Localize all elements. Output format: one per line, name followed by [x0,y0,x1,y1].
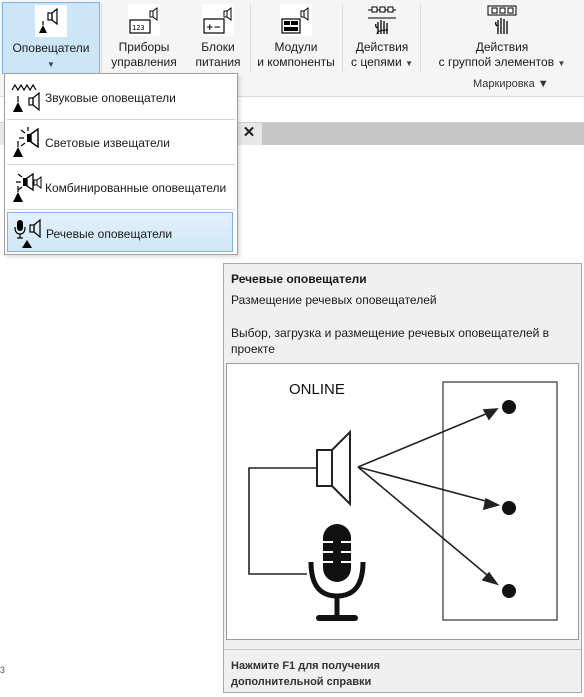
wire-line [248,467,317,575]
group-hand-icon [487,5,517,34]
marking-group-label: Маркировка [473,78,535,90]
svg-text:+−: +− [206,23,221,33]
svg-text:123: 123 [132,24,145,32]
separator [420,4,421,72]
stray-mark: 3 [0,665,6,675]
chevron-down-icon: ▼ [405,59,413,68]
alarms-button-label: Оповещатели [12,41,90,55]
power-supplies-label: Блоки питания [195,40,241,69]
control-devices-button[interactable]: 123 Приборы управления [104,2,184,72]
tooltip-separator [224,649,581,650]
menu-item-label: Комбинированные оповещатели [45,181,227,195]
tooltip-title: Речевые оповещатели [231,272,367,286]
power-supply-icon: +− [202,4,234,36]
combined-alarm-icon [13,172,42,202]
separator [250,4,251,72]
signal-arrows [357,408,501,586]
modules-label: Модули и компоненты [257,40,335,69]
menu-item-voice-alarms[interactable]: Речевые оповещатели [7,212,233,252]
endpoint-dot [502,584,516,598]
tab-strip-background [262,123,584,145]
circuit-actions-button[interactable]: Действия с цепями ▼ [346,2,418,72]
alarms-dropdown-menu: Звуковые оповещатели Световые извещатели… [4,73,238,255]
voice-alarms-tooltip: Речевые оповещатели Размещение речевых о… [223,263,582,693]
chevron-down-icon: ▼ [47,60,55,69]
tooltip-description: Выбор, загрузка и размещение речевых опо… [231,326,550,356]
menu-item-sound-alarms[interactable]: Звуковые оповещатели [7,77,233,117]
voice-alarm-icon [14,218,41,248]
light-alarm-icon [13,127,39,157]
circuit-hand-icon [368,6,396,35]
speaker-icon [316,449,333,487]
marking-group[interactable]: Маркировка ▼ [473,78,549,90]
chevron-down-icon: ▼ [557,59,566,68]
group-actions-button[interactable]: Действия с группой элементов ▼ [426,2,578,72]
separator [342,4,343,72]
tooltip-illustration: ONLINE [226,363,579,640]
group-actions-label: Действия с группой элементов [438,40,555,69]
menu-item-label: Звуковые оповещатели [45,91,176,105]
endpoint-dot [502,400,516,414]
microphone-icon [308,524,366,621]
voice-alarm-diagram: ONLINE [248,381,558,621]
power-supplies-button[interactable]: +− Блоки питания [188,2,248,72]
horn-speaker-icon [35,5,67,37]
tooltip-footer: Нажмите F1 для получения дополнительной … [231,660,381,688]
endpoint-dot [502,501,516,515]
menu-item-light-alarms[interactable]: Световые извещатели [7,122,233,162]
close-icon[interactable]: ✕ [240,124,258,142]
modules-button[interactable]: Модули и компоненты [253,2,339,72]
menu-item-label: Световые извещатели [45,136,170,150]
chevron-down-icon: ▼ [537,78,549,90]
tooltip-subtitle: Размещение речевых оповещателей [231,293,437,307]
menu-item-combined-alarms[interactable]: Комбинированные оповещатели [7,167,233,207]
menu-separator [7,164,235,165]
control-devices-label: Приборы управления [111,40,177,69]
control-panel-icon: 123 [128,4,160,36]
modules-icon [280,4,312,36]
sound-alarm-icon [11,83,40,112]
zone-rectangle [442,381,558,621]
separator [101,4,102,72]
alarms-button[interactable]: Оповещатели ▼ [2,2,100,74]
menu-separator [7,209,235,210]
menu-separator [7,119,235,120]
circuit-actions-label: Действия с цепями [351,40,409,69]
diagram-caption: ONLINE [289,381,345,398]
menu-item-label: Речевые оповещатели [46,227,173,241]
